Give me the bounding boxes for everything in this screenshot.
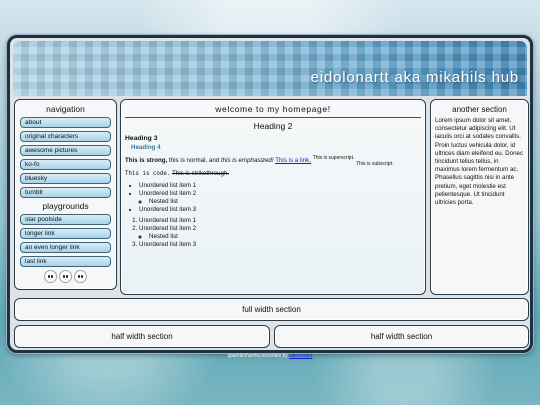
full-width-section: full width section — [14, 298, 529, 321]
welcome-heading: welcome to my homepage! — [125, 104, 421, 118]
list-item: Unordered list item 1 — [139, 217, 421, 225]
navigation-heading: navigation — [46, 104, 85, 114]
footer-text: sparklecharms.neocities by — [227, 353, 290, 359]
nav-link-bluesky[interactable]: bluesky — [20, 173, 111, 184]
nested-list-item: Nested list — [149, 198, 421, 206]
main-content: welcome to my homepage! Heading 2 Headin… — [120, 99, 426, 295]
unordered-list: Unordered list item 1 Unordered list ite… — [139, 182, 421, 214]
header-banner: eidolonartt aka mikahils hub — [13, 41, 527, 96]
heading-4: Heading 4 — [131, 144, 161, 151]
footer: sparklecharms.neocities by sitecreator — [0, 353, 540, 359]
half-width-label: half width section — [370, 332, 433, 341]
emphasized-text: this is emphasized! — [220, 157, 274, 164]
heading-2: Heading 2 — [253, 121, 293, 131]
sample-link[interactable]: This is a link. — [275, 157, 311, 164]
list-item: Unordered list item 2 Nested list — [139, 190, 421, 206]
playground-link-last[interactable]: last link — [20, 256, 111, 267]
code-text: This is code. — [125, 171, 171, 177]
playgrounds-heading: playgrounds — [42, 201, 89, 211]
subscript-text: This is subscript. — [356, 161, 394, 167]
strikethrough-text: This is strikethrough. — [171, 170, 230, 177]
list-item: Unordered list item 3 — [139, 206, 421, 214]
nav-link-ko-fo[interactable]: ko-fo — [20, 159, 111, 170]
face-icon — [59, 270, 72, 283]
decorative-faces — [20, 270, 111, 288]
playground-link-longer-link[interactable]: longer link — [20, 228, 111, 239]
heading-3: Heading 3 — [125, 135, 158, 142]
nav-link-tumblr[interactable]: tumblr — [20, 187, 111, 198]
strong-text: This is strong, — [125, 157, 168, 164]
face-icon — [74, 270, 88, 283]
list-item: Unordered list item 2 Nested list — [139, 225, 421, 241]
sample-paragraph: This is strong, this is normal, and this… — [125, 154, 421, 169]
footer-link[interactable]: sitecreator — [289, 353, 312, 359]
ordered-list: Unordered list item 1 Unordered list ite… — [139, 217, 421, 249]
playground-link-even-longer[interactable]: an even longer link — [20, 242, 111, 253]
half-width-label: half width section — [111, 332, 173, 341]
full-width-label: full width section — [242, 305, 301, 314]
another-section-heading: another section — [452, 105, 507, 114]
lorem-text: Lorem ipsum dolor sit amet, consectetur … — [435, 117, 524, 207]
normal-text: this is normal, and — [167, 157, 221, 164]
nested-list-item: Nested list — [149, 233, 421, 241]
list-item: Unordered list item 1 — [139, 182, 421, 190]
half-width-section-right: half width section — [274, 325, 529, 348]
superscript-text: This is superscript. — [312, 155, 355, 161]
face-icon — [43, 270, 57, 283]
site-title: eidolonartt aka mikahils hub — [310, 69, 519, 86]
page-frame: eidolonartt aka mikahils hub navigation … — [7, 35, 533, 353]
half-width-section-left: half width section — [14, 325, 270, 348]
another-section-panel: another section Lorem ipsum dolor sit am… — [430, 99, 529, 295]
code-line: This is code. This is strikethrough. — [125, 169, 421, 179]
nav-link-awesome-pictures[interactable]: awesome pictures — [20, 145, 111, 156]
navigation-panel: navigation about original characters awe… — [14, 99, 117, 290]
list-item: Unordered list item 3 — [139, 241, 421, 249]
nav-link-about[interactable]: about — [20, 117, 111, 128]
playground-link-star-poolside[interactable]: star poolside — [20, 214, 111, 225]
nav-link-original-characters[interactable]: original characters — [20, 131, 111, 142]
